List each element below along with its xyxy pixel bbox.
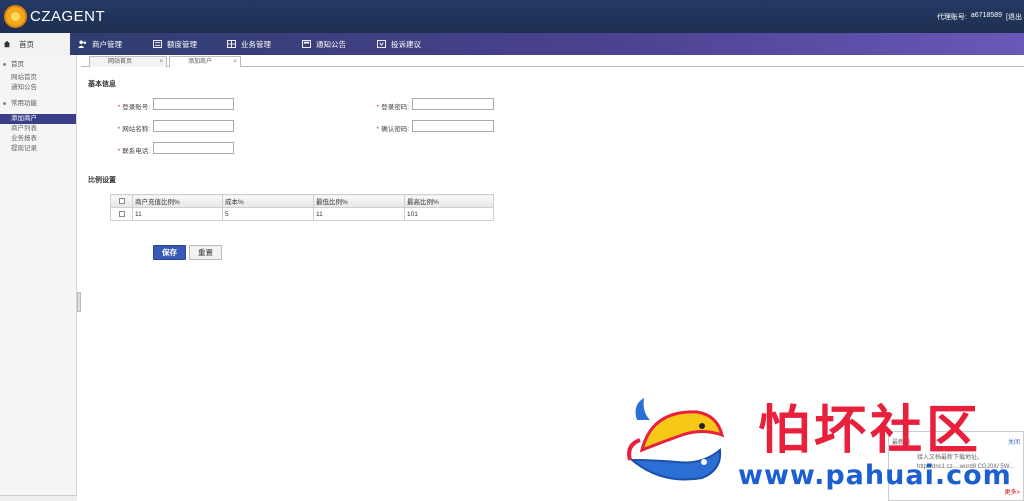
sidebar-group-home[interactable]: 首页 bbox=[0, 59, 76, 70]
section-basic-title: 基本信息 bbox=[88, 81, 116, 88]
login-account-input[interactable] bbox=[153, 98, 234, 110]
table-cell[interactable]: 11 bbox=[313, 207, 405, 221]
nav-home-label: 首页 bbox=[19, 39, 34, 49]
nav-feedback[interactable]: 投诉建议 bbox=[377, 33, 421, 55]
table-row: 11 5 11 101 bbox=[110, 207, 494, 221]
tab-add-merchant[interactable]: 添加商户 × bbox=[169, 56, 241, 67]
login-account-label: * 登录账号: bbox=[117, 104, 150, 111]
top-header: CZAGENT 代理账号: a6718589 [退出 bbox=[0, 0, 1024, 33]
sidebar-item-business-report[interactable]: 业务报表 bbox=[0, 134, 76, 144]
grid-icon bbox=[227, 40, 236, 48]
column-header: 商户充值比例% bbox=[132, 194, 223, 208]
quota-icon bbox=[153, 40, 162, 48]
column-header: 最低比例% bbox=[313, 194, 405, 208]
watermark: 怕坏社区 www.pahuai.com bbox=[620, 388, 1024, 501]
sidebar-item-notice[interactable]: 通知公告 bbox=[0, 83, 76, 93]
select-all-cell[interactable] bbox=[110, 194, 133, 208]
orange-logo-icon bbox=[4, 5, 27, 28]
section-ratio-title: 比例设置 bbox=[88, 177, 116, 184]
confirm-password-input[interactable] bbox=[412, 120, 494, 132]
row-select-cell[interactable] bbox=[110, 207, 133, 221]
tab-label: 添加商户 bbox=[188, 59, 213, 65]
nav-home[interactable]: 首页 bbox=[0, 33, 70, 55]
table-cell[interactable]: 11 bbox=[132, 207, 223, 221]
watermark-url: www.pahuai.com bbox=[738, 460, 1012, 491]
reset-button[interactable]: 重置 bbox=[189, 245, 222, 260]
tab-bar: 网站首页 × 添加商户 × bbox=[81, 55, 1024, 67]
close-icon[interactable]: × bbox=[159, 57, 163, 67]
table-cell[interactable]: 101 bbox=[404, 207, 494, 221]
sidebar-footer bbox=[0, 495, 77, 501]
contact-phone-label: * 联系电话: bbox=[117, 148, 150, 155]
users-icon bbox=[78, 40, 87, 48]
notice-icon bbox=[302, 40, 311, 48]
watermark-text: 怕坏社区 bbox=[758, 401, 983, 461]
brand-logo[interactable]: CZAGENT bbox=[4, 5, 105, 28]
checkbox[interactable] bbox=[118, 210, 125, 217]
account-info: 代理账号: a6718589 [退出 bbox=[937, 12, 1022, 22]
column-header: 成本% bbox=[222, 194, 314, 208]
nav-notice[interactable]: 通知公告 bbox=[302, 33, 346, 55]
site-name-label: * 网站名称: bbox=[117, 126, 150, 133]
fish-logo-icon bbox=[627, 398, 725, 481]
save-button[interactable]: 保存 bbox=[153, 245, 186, 260]
logout-link[interactable]: [退出 bbox=[1006, 12, 1022, 22]
sidebar-group-common[interactable]: 常用功能 bbox=[0, 98, 76, 109]
nav-quota[interactable]: 额度管理 bbox=[153, 33, 197, 55]
nav-merchant[interactable]: 商户管理 bbox=[78, 33, 122, 55]
sidebar-item-add-merchant[interactable]: 添加商户 bbox=[0, 114, 76, 124]
sidebar-item-withdraw-record[interactable]: 提现记录 bbox=[0, 144, 76, 154]
checkbox[interactable] bbox=[118, 197, 125, 204]
sidebar: 首页 网站首页 通知公告 常用功能 添加商户 商户列表 业务报表 提现记录 bbox=[0, 55, 77, 501]
account-label: 代理账号: bbox=[936, 14, 967, 21]
sidebar-group-label: 首页 bbox=[11, 61, 24, 68]
nav-label: 额度管理 bbox=[167, 39, 197, 49]
column-header: 最高比例% bbox=[404, 194, 494, 208]
tab-site-home[interactable]: 网站首页 × bbox=[89, 56, 167, 67]
brand-name: CZAGENT bbox=[30, 8, 106, 25]
login-password-input[interactable] bbox=[412, 98, 494, 110]
nav-label: 通知公告 bbox=[316, 39, 346, 49]
nav-business[interactable]: 业务管理 bbox=[227, 33, 271, 55]
sidebar-item-site-home[interactable]: 网站首页 bbox=[0, 73, 76, 83]
close-icon[interactable]: × bbox=[233, 57, 237, 67]
nav-label: 投诉建议 bbox=[391, 39, 421, 49]
main-nav: 首页 商户管理 额度管理 业务管理 通知公告 投诉建议 bbox=[0, 33, 1024, 55]
bullet-icon bbox=[3, 102, 6, 105]
account-value: a6718589 bbox=[970, 12, 1003, 19]
nav-label: 业务管理 bbox=[241, 39, 271, 49]
site-name-input[interactable] bbox=[153, 120, 234, 132]
ratio-table: 商户充值比例% 成本% 最低比例% 最高比例% 11 5 11 101 bbox=[110, 194, 494, 221]
confirm-password-label: * 确认密码: bbox=[376, 126, 409, 133]
sidebar-item-merchant-list[interactable]: 商户列表 bbox=[0, 124, 76, 134]
tab-label: 网站首页 bbox=[108, 59, 133, 65]
table-header-row: 商户充值比例% 成本% 最低比例% 最高比例% bbox=[110, 194, 494, 208]
contact-phone-input[interactable] bbox=[153, 142, 234, 154]
feedback-icon bbox=[377, 40, 386, 48]
table-cell[interactable]: 5 bbox=[222, 207, 314, 221]
sidebar-group-label: 常用功能 bbox=[11, 100, 37, 107]
login-password-label: * 登录密码: bbox=[376, 104, 409, 111]
home-icon bbox=[3, 40, 11, 48]
bullet-icon bbox=[3, 63, 6, 66]
nav-label: 商户管理 bbox=[92, 39, 122, 49]
